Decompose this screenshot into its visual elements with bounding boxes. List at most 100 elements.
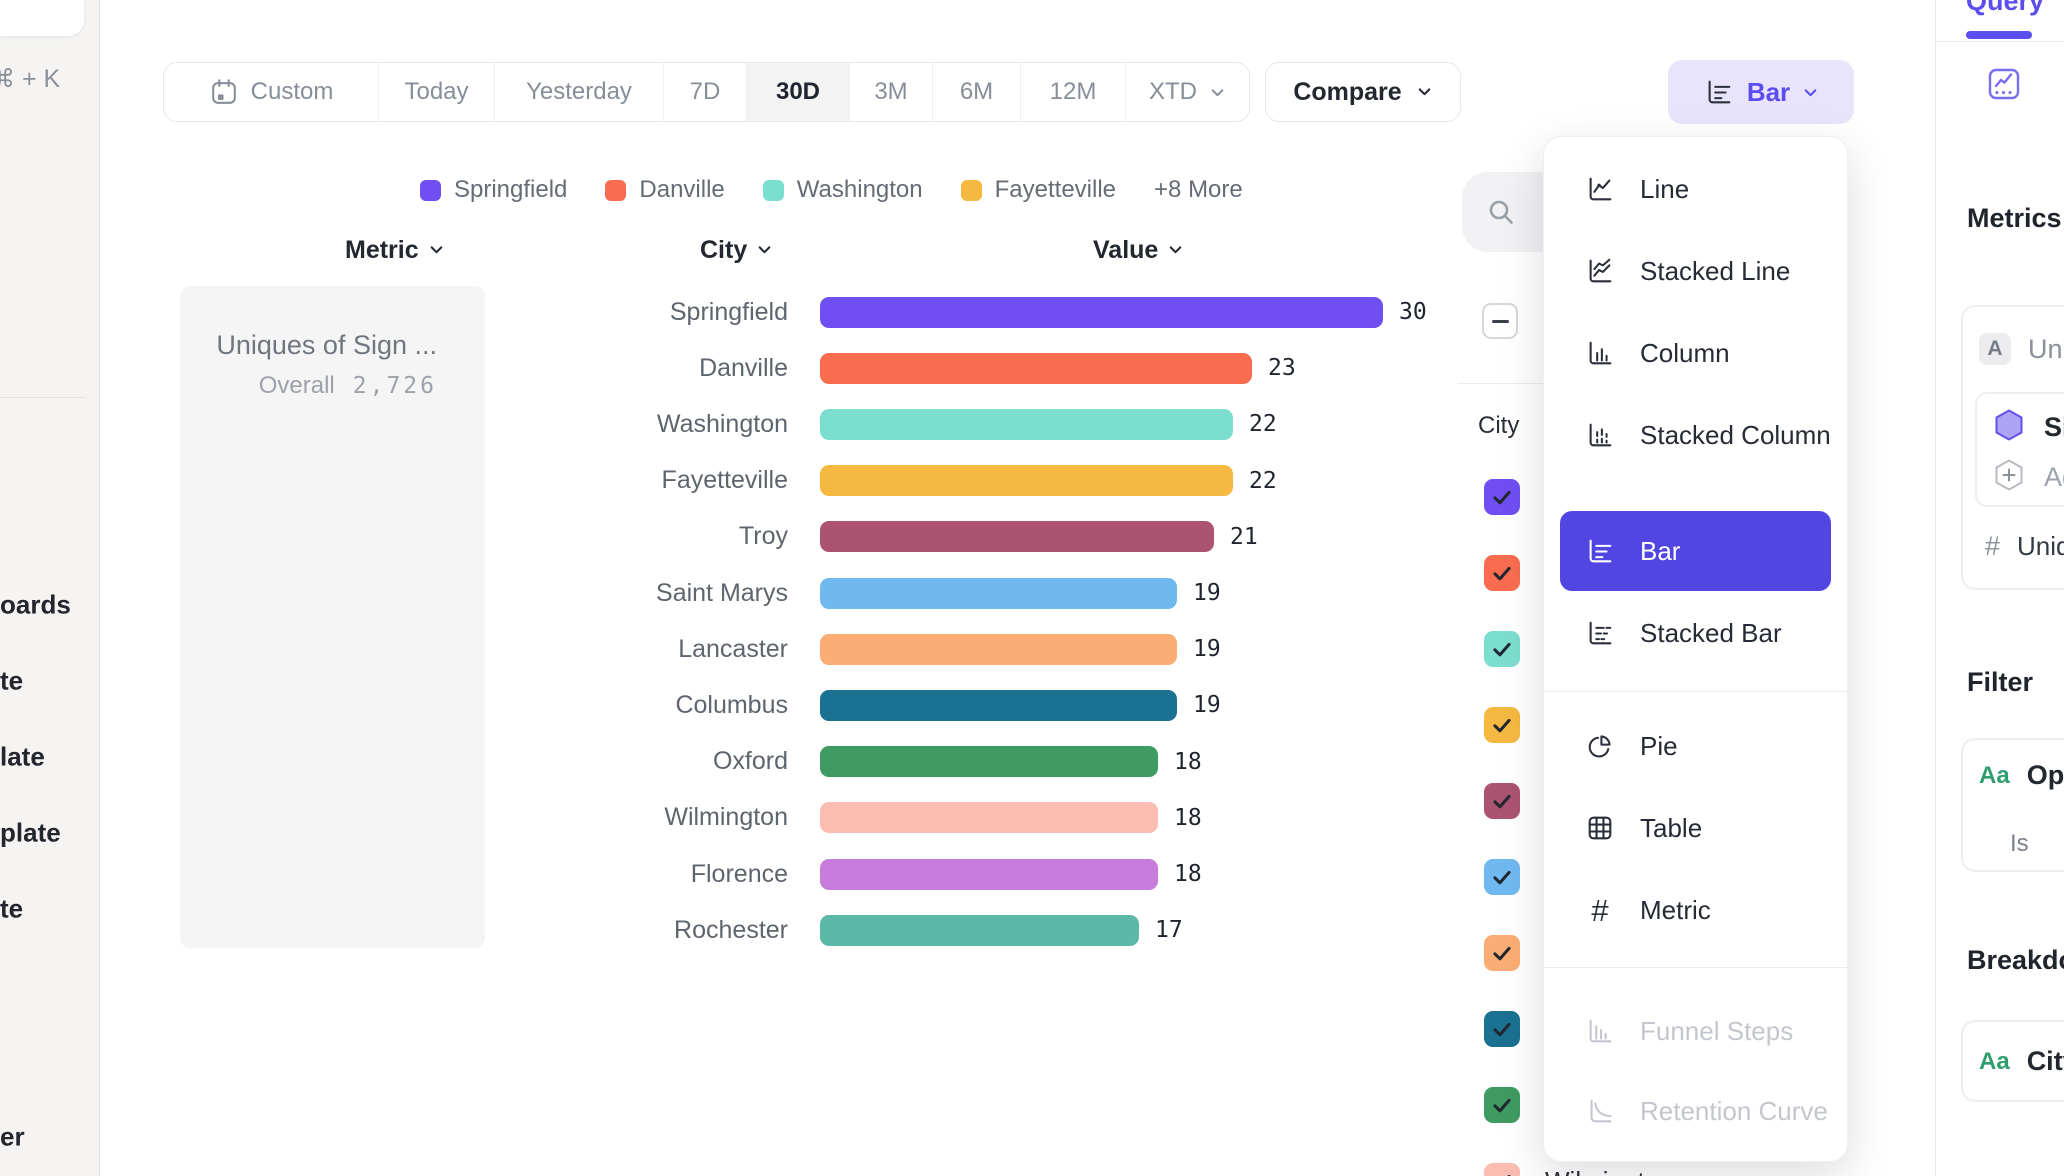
check-icon [1487, 710, 1517, 740]
sidebar-item-4[interactable]: te [0, 894, 23, 925]
legend-item-fayetteville[interactable]: Fayetteville [961, 176, 1116, 204]
date-range-xtd[interactable]: XTD [1126, 63, 1249, 121]
menu-item-pie[interactable]: Pie [1560, 718, 1831, 774]
value-bar[interactable] [820, 578, 1177, 609]
value-label: 30 [1399, 299, 1427, 325]
clipped-city-item[interactable]: Wilmington [1545, 1166, 1674, 1176]
city-checkbox-4[interactable] [1484, 783, 1520, 819]
menu-item-table[interactable]: Table [1560, 800, 1831, 856]
city-label: Washington [0, 410, 788, 439]
menu-item-column[interactable]: Column [1560, 325, 1831, 381]
select-all-checkbox[interactable] [1482, 303, 1518, 339]
city-checkbox-3[interactable] [1484, 707, 1520, 743]
legend-more[interactable]: +8 More [1154, 176, 1243, 204]
value-bar[interactable] [820, 353, 1252, 384]
city-checkbox-5[interactable] [1484, 859, 1520, 895]
value-bar[interactable] [820, 521, 1214, 552]
city-checkbox-2[interactable] [1484, 631, 1520, 667]
chevron-down-icon [1416, 83, 1433, 100]
sidebar-item-1[interactable]: te [0, 666, 23, 697]
menu-item-line[interactable]: Line [1560, 161, 1831, 217]
menu-item-funnel-steps: Funnel Steps [1560, 1003, 1831, 1059]
sidebar-top-card[interactable] [0, 0, 84, 36]
city-label: Saint Marys [0, 579, 788, 608]
check-icon [1487, 1014, 1517, 1044]
retention-curve-icon [1585, 1096, 1615, 1126]
value-bar[interactable] [820, 409, 1233, 440]
table-icon [1584, 812, 1616, 844]
value-bar[interactable] [820, 297, 1383, 328]
city-checkbox-1[interactable] [1484, 555, 1520, 591]
column-header-city[interactable]: City [700, 236, 773, 265]
city-label: Columbus [0, 691, 788, 720]
bar-row-troy: Troy21 [0, 509, 1258, 565]
chevron-down-icon [1802, 84, 1819, 101]
legend-item-washington[interactable]: Washington [763, 176, 923, 204]
legend-swatch [763, 180, 784, 201]
menu-item-metric[interactable]: #Metric [1560, 882, 1831, 938]
value-label: 17 [1155, 917, 1183, 943]
value-bar[interactable] [820, 690, 1177, 721]
funnel-steps-icon [1585, 1016, 1615, 1046]
value-bar[interactable] [820, 465, 1233, 496]
city-label: Lancaster [0, 635, 788, 664]
city-checkbox-7[interactable] [1484, 1011, 1520, 1047]
city-checkbox-6[interactable] [1484, 935, 1520, 971]
add-hexagon-icon [1991, 457, 2027, 493]
value-bar[interactable] [820, 915, 1139, 946]
legend-item-springfield[interactable]: Springfield [420, 176, 567, 204]
menu-item-bar[interactable]: Bar [1560, 511, 1831, 591]
sidebar-item-3[interactable]: plate [0, 818, 61, 849]
city-checkbox-0[interactable] [1484, 479, 1520, 515]
date-range-custom[interactable]: Custom [164, 63, 379, 121]
legend-item-danville[interactable]: Danville [605, 176, 724, 204]
check-icon [1487, 558, 1517, 588]
number-type-icon: # [1985, 533, 2000, 560]
city-checkbox-9[interactable] [1484, 1163, 1520, 1176]
metric-icon: # [1584, 894, 1616, 926]
date-range-6m[interactable]: 6M [933, 63, 1021, 121]
add-hexagon-icon [1991, 457, 2027, 498]
menu-item-stacked-column[interactable]: Stacked Column [1560, 407, 1831, 463]
date-range-30d[interactable]: 30D [747, 63, 850, 121]
date-range-today[interactable]: Today [379, 63, 495, 121]
date-range-7d[interactable]: 7D [664, 63, 747, 121]
value-bar[interactable] [820, 634, 1177, 665]
value-bar[interactable] [820, 859, 1158, 890]
funnel-icon [1584, 1015, 1616, 1047]
date-range-12m[interactable]: 12M [1021, 63, 1126, 121]
filter-card[interactable]: Aa Ope Is i [1961, 738, 2064, 872]
menu-item-stacked-line[interactable]: Stacked Line [1560, 243, 1831, 299]
pie-icon [1584, 730, 1616, 762]
breakdown-card[interactable]: Aa City [1961, 1020, 2064, 1102]
city-label: Rochester [0, 916, 788, 945]
sidebar-item-5[interactable]: er [0, 1122, 25, 1153]
menu-item-stacked-bar[interactable]: Stacked Bar [1560, 605, 1831, 661]
tab-query[interactable]: Query [1966, 0, 2044, 17]
chart-type-label: Bar [1747, 77, 1790, 108]
value-bar[interactable] [820, 746, 1158, 777]
column-header-value[interactable]: Value [1093, 236, 1184, 265]
filter-operator[interactable]: Is [2010, 830, 2029, 858]
sidebar-item-0[interactable]: oards [0, 590, 71, 621]
bar-chart-icon [1704, 77, 1734, 107]
sidebar-item-2[interactable]: late [0, 742, 45, 773]
metrics-card[interactable]: A Uniq Sig Ad # Uniqu [1961, 305, 2064, 590]
city-label: Springfield [0, 298, 788, 327]
value-label: 21 [1230, 524, 1258, 550]
value-bar[interactable] [820, 802, 1158, 833]
city-label: Oxford [0, 747, 788, 776]
chart-type-button[interactable]: Bar [1668, 60, 1854, 124]
bar-row-florence: Florence18 [0, 846, 1202, 902]
city-checkbox-8[interactable] [1484, 1087, 1520, 1123]
add-event-row[interactable]: Ad [1991, 457, 2064, 498]
column-icon [1584, 337, 1616, 369]
date-range-yesterday[interactable]: Yesterday [495, 63, 664, 121]
column-header-metric[interactable]: Metric [345, 236, 445, 265]
active-tab-indicator [1966, 31, 2032, 39]
menu-divider [1544, 691, 1847, 692]
legend-swatch [420, 180, 441, 201]
compare-button[interactable]: Compare [1265, 62, 1461, 122]
date-range-3m[interactable]: 3M [850, 63, 933, 121]
chart-preview-icon[interactable] [1986, 66, 2022, 107]
